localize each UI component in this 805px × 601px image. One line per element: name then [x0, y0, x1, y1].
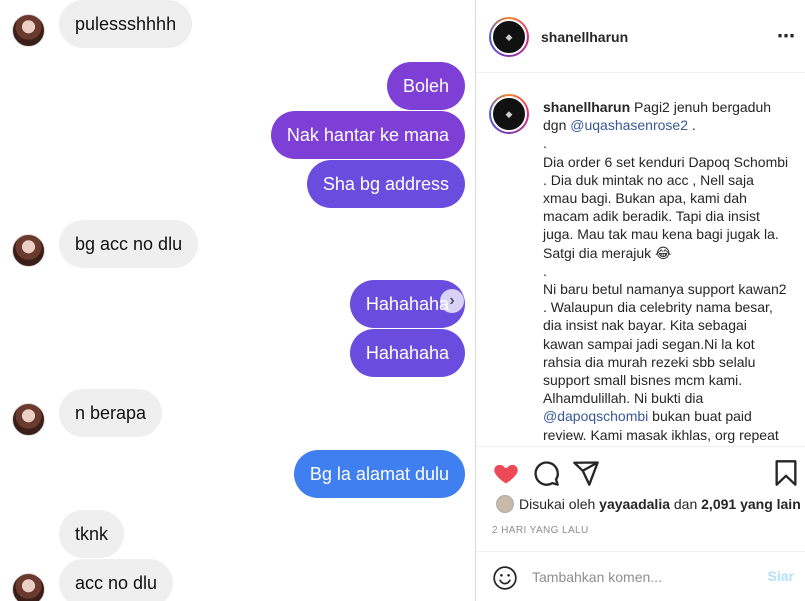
outgoing-message: Hahahaha — [349, 329, 465, 377]
outgoing-message: Sha bg address — [306, 160, 465, 208]
chat-screenshot: pulessshhhh Boleh Nak hantar ke mana Sha… — [0, 0, 475, 601]
caption: shanellharun Pagi2 jenuh bergaduh dgn @u… — [543, 98, 791, 444]
post-actions: Disukai oleh yayaadalia dan 2,091 yang l… — [476, 446, 805, 601]
post-date[interactable]: 2 HARI YANG LALU — [492, 525, 589, 536]
incoming-message: acc no dlu — [59, 559, 174, 601]
outgoing-message: Boleh — [386, 62, 465, 110]
caption-paragraph: Ni baru betul namanya support kawan2 . W… — [543, 281, 787, 407]
outgoing-message: Nak hantar ke mana — [270, 111, 465, 159]
liker-username[interactable]: yayaadalia — [599, 496, 670, 512]
likes-middle: dan — [673, 496, 698, 512]
header-username[interactable]: shanellharun — [541, 29, 628, 45]
liker-avatar — [496, 495, 514, 513]
comment-input[interactable] — [532, 566, 742, 588]
contact-avatar — [12, 234, 45, 267]
comment-box: Siar — [476, 551, 805, 601]
bookmark-icon[interactable] — [772, 459, 800, 487]
incoming-message: n berapa — [59, 389, 163, 437]
post-panel: ◆ shanellharun ⋯ ◆ shanellharun Pagi2 je… — [475, 0, 805, 601]
caption-line: . — [688, 117, 696, 134]
likes-prefix: Disukai oleh — [519, 496, 596, 512]
caption-separator: . — [543, 135, 547, 152]
incoming-message: pulessshhhh — [59, 0, 193, 48]
caption-paragraph: Dia order 6 set kenduri Dapoq Schombi . … — [543, 153, 789, 261]
contact-avatar — [12, 403, 45, 436]
caption-area: ◆ shanellharun Pagi2 jenuh bergaduh dgn … — [476, 74, 805, 446]
mention-link[interactable]: @dapoqschombi — [543, 408, 648, 424]
emoji-icon[interactable] — [492, 565, 518, 591]
paper-plane-icon[interactable] — [572, 459, 600, 487]
mention-link[interactable]: @uqashasenrose2 — [570, 117, 688, 133]
caption-avatar[interactable]: ◆ — [489, 94, 529, 134]
likes-summary: Disukai oleh yayaadalia dan 2,091 yang l… — [496, 495, 801, 513]
post-comment-button[interactable]: Siar — [768, 568, 794, 584]
more-options-icon[interactable]: ⋯ — [777, 26, 796, 47]
contact-avatar — [12, 573, 45, 601]
contact-avatar — [12, 14, 45, 47]
incoming-message: bg acc no dlu — [59, 220, 199, 268]
heart-icon[interactable] — [492, 459, 520, 487]
outgoing-message: Bg la alamat dulu — [293, 450, 465, 498]
likes-count[interactable]: 2,091 yang lain — [701, 496, 801, 512]
comment-icon[interactable] — [532, 459, 560, 487]
chevron-right-icon[interactable]: › — [440, 289, 464, 313]
caption-separator: . — [543, 262, 547, 279]
post-header: ◆ shanellharun ⋯ — [476, 0, 805, 73]
caption-username[interactable]: shanellharun — [543, 99, 630, 115]
incoming-message: tknk — [59, 510, 125, 558]
profile-avatar[interactable]: ◆ — [489, 17, 529, 57]
